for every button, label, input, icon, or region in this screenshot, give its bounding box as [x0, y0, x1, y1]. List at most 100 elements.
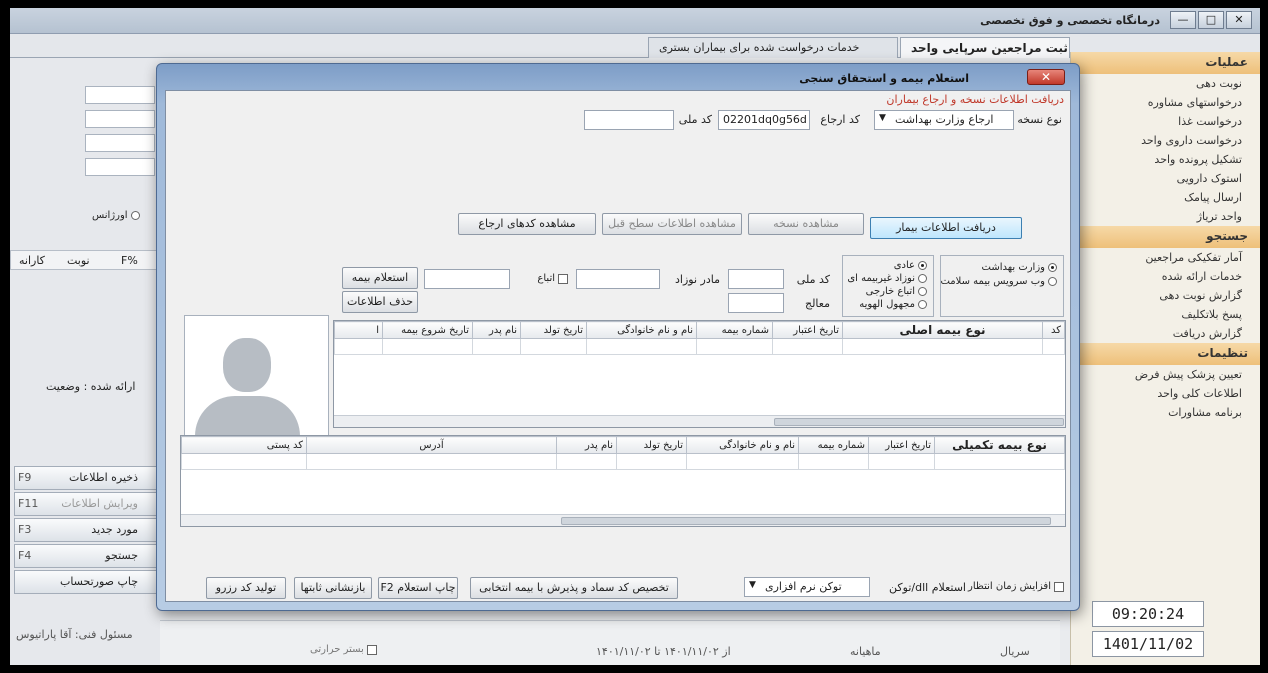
maximize-window-icon[interactable]: □ [1198, 11, 1224, 29]
sidebar: عملیات نوبت دهی درخواستهای مشاوره درخواس… [1070, 52, 1260, 665]
col-percent: F% [121, 254, 138, 267]
dialog-body: دریافت اطلاعات نسخه و ارجاع بیماران نوع … [165, 90, 1071, 602]
col-birth-date: تاریخ تولد [520, 321, 587, 339]
mother-of-newborn-label: مادر نوزاد [675, 273, 720, 286]
sidebar-item-pending-responses[interactable]: پسخ بلاتکلیف [1071, 305, 1260, 324]
prescription-type-label: نوع نسخه [1017, 113, 1062, 126]
insurance-inquiry-dialog: استعلام بیمه و استحقاق سنجی ✕ دریافت اطل… [156, 63, 1080, 611]
radio-dot-icon [1048, 277, 1057, 286]
clock-display: 09:20:24 [1092, 601, 1204, 627]
col-insurance-start: تاریخ شروع بیمه [382, 321, 473, 339]
left-field-4[interactable] [85, 158, 155, 176]
left-field-1[interactable] [85, 86, 155, 104]
sidebar-item-consult-schedule[interactable]: برنامه مشاورات [1071, 403, 1260, 422]
prescription-type-select[interactable]: ▼ ارجاع وزارت بهداشت [874, 110, 1014, 130]
doctor-input[interactable] [728, 293, 784, 313]
patient-type-normal[interactable]: عادی [894, 260, 927, 271]
delete-info-button[interactable]: حذف اطلاعات [342, 291, 418, 313]
assign-code-button[interactable]: تخصیص کد سماد و پذیرش با بیمه انتخابی [470, 577, 678, 599]
sidebar-item-triage[interactable]: واحد تریاژ [1071, 207, 1260, 226]
sidebar-item-patient-stats[interactable]: آمار تفکیکی مراجعین [1071, 248, 1260, 267]
emergency-radio[interactable]: اورژانس [92, 210, 140, 221]
insurer-option-ministry[interactable]: وزارت بهداشت [982, 262, 1057, 273]
left-field-3[interactable] [85, 134, 155, 152]
table-row[interactable] [334, 338, 1065, 355]
sidebar-item-create-file[interactable]: تشکیل پرونده واحد [1071, 150, 1260, 169]
radio-dot-icon [918, 274, 927, 283]
insurance-inquiry-button[interactable]: استعلام بیمه [342, 267, 418, 289]
new-item-button[interactable]: F3 مورد جدید [14, 518, 157, 542]
mother-of-newborn-input[interactable] [576, 269, 660, 289]
tab-inpatient-services[interactable]: خدمات درخواست شده برای بیماران بستری [648, 37, 898, 58]
foreign-checkbox[interactable]: اتباع [537, 273, 568, 284]
scroll-thumb[interactable] [774, 418, 1064, 426]
save-data-button[interactable]: F9 ذخیره اطلاعات [14, 466, 157, 490]
table-row[interactable] [181, 453, 1065, 470]
reload-constants-button[interactable]: بازنشانی ثابتها [294, 577, 372, 599]
sidebar-item-send-sms[interactable]: ارسال پیامک [1071, 188, 1260, 207]
sidebar-item-drug-stock[interactable]: استوک دارویی [1071, 169, 1260, 188]
patient-type-foreign[interactable]: اتباع خارجی [866, 286, 927, 297]
sidebar-item-receipts-report[interactable]: گزارش دریافت [1071, 324, 1260, 343]
col-supp-validity: تاریخ اعتبار [868, 436, 935, 454]
foreign-input[interactable] [424, 269, 510, 289]
sidebar-item-default-doctor[interactable]: تعیین پزشک پیش فرض [1071, 365, 1260, 384]
edit-data-button[interactable]: F11 ویرایش اطلاعات [14, 492, 157, 516]
col-fee: کارانه [19, 254, 45, 267]
col-supp-insurance-number: شماره بیمه [798, 436, 869, 454]
left-field-2[interactable] [85, 110, 155, 128]
col-address: آدرس [306, 436, 557, 454]
scroll-thumb[interactable] [561, 517, 1051, 525]
checkbox-icon [1054, 581, 1064, 592]
main-title-bar: ✕ □ — درمانگاه تخصصی و فوق تخصصی [10, 8, 1260, 34]
insurer-option-salamat[interactable]: وب سرویس بیمه سلامت [940, 276, 1057, 287]
increase-wait-time-checkbox[interactable]: افزایش زمان انتظار [968, 581, 1064, 592]
view-previous-level-button[interactable]: مشاهده اطلاعات سطح قبل [602, 213, 742, 235]
sidebar-item-consult-requests[interactable]: درخواستهای مشاوره [1071, 93, 1260, 112]
dialog-close-icon[interactable]: ✕ [1027, 69, 1065, 85]
print-inquiry-button[interactable]: F2 چاپ استعلام [378, 577, 458, 599]
patient-type-unknown[interactable]: مجهول الهویه [859, 299, 927, 310]
minimize-window-icon[interactable]: — [1170, 11, 1196, 29]
checkbox-icon [366, 644, 377, 655]
col-main-insurance-type: نوع بیمه اصلی [842, 321, 1043, 339]
avatar-head [223, 338, 271, 392]
generate-reserve-code-button[interactable]: تولید کد رزرو [206, 577, 286, 599]
checkbox-icon [558, 273, 568, 284]
search-national-code-input[interactable] [728, 269, 784, 289]
fetch-patient-info-button[interactable]: دریافت اطلاعات بیمار [870, 217, 1022, 239]
main-insurance-grid[interactable]: کد نوع بیمه اصلی تاریخ اعتبار شماره بیمه… [333, 320, 1066, 428]
patient-type-group: عادی نوزاد غیربیمه ای اتباع خارجی مجهول … [842, 255, 934, 317]
sidebar-section-settings: تنظیمات [1071, 343, 1260, 365]
dialog-title: استعلام بیمه و استحقاق سنجی [799, 72, 969, 85]
patient-type-newborn[interactable]: نوزاد غیربیمه ای [847, 273, 927, 284]
thermal-bed-label: بستر حرارتی [310, 644, 364, 655]
thermal-bed-checkbox[interactable]: بستر حرارتی [310, 644, 377, 655]
close-window-icon[interactable]: ✕ [1226, 11, 1252, 29]
referral-code-input[interactable]: 02201dq0g56d [718, 110, 810, 130]
sidebar-item-unit-info[interactable]: اطلاعات کلی واحد [1071, 384, 1260, 403]
supplementary-insurance-grid[interactable]: نوع بیمه تکمیلی تاریخ اعتبار شماره بیمه … [180, 435, 1066, 527]
search-national-code-label: کد ملی [796, 273, 830, 286]
sidebar-item-appointment[interactable]: نوبت دهی [1071, 74, 1260, 93]
col-validity-date: تاریخ اعتبار [772, 321, 843, 339]
technical-manager-label: مسئول فنی: آقا پاراتیوس [16, 628, 133, 641]
sidebar-item-food-request[interactable]: درخواست غذا [1071, 112, 1260, 131]
sidebar-item-drug-request[interactable]: درخواست داروی واحد [1071, 131, 1260, 150]
sidebar-item-appointment-report[interactable]: گزارش نوبت دهی [1071, 286, 1260, 305]
tab-outpatient-registration[interactable]: ثبت مراجعین سرپایی واحد [900, 37, 1070, 58]
left-panel: اورژانس ارائه شده : وضعیت F9 ذخیره اطلاعا… [10, 58, 160, 665]
radio-dot-icon [918, 261, 927, 270]
token-select[interactable]: ▼ توکن نرم افزاری [744, 577, 870, 597]
col-supp-full-name: نام و نام خانوادگی [686, 436, 799, 454]
sidebar-item-services-provided[interactable]: خدمات ارائه شده [1071, 267, 1260, 286]
col-supp-father-name: نام پدر [556, 436, 617, 454]
national-code-input[interactable] [584, 110, 674, 130]
print-invoice-button[interactable]: چاپ صورتحساب [14, 570, 157, 594]
main-grid-scrollbar[interactable] [334, 415, 1065, 427]
search-button[interactable]: F4 جستجو [14, 544, 157, 568]
emergency-label: اورژانس [92, 210, 128, 221]
view-prescription-button[interactable]: مشاهده نسخه [748, 213, 864, 235]
view-referral-codes-button[interactable]: مشاهده کدهای ارجاع [458, 213, 596, 235]
supplementary-grid-scrollbar[interactable] [181, 514, 1065, 526]
